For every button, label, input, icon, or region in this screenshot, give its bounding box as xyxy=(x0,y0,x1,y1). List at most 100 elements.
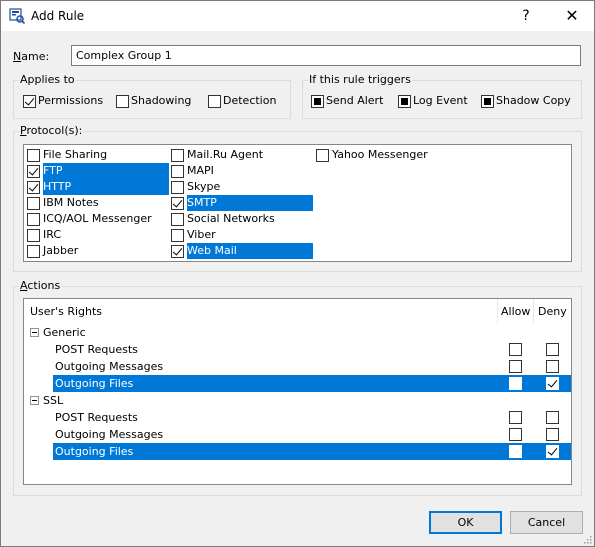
tree-row[interactable]: POST Requests xyxy=(24,341,571,358)
column-divider xyxy=(497,299,498,323)
applies-checkbox-detection[interactable] xyxy=(208,95,221,108)
protocol-item[interactable]: Viber xyxy=(171,227,313,243)
right-label: Outgoing Files xyxy=(55,377,134,390)
protocol-label: MAPI xyxy=(187,164,214,177)
tree-row[interactable]: Outgoing Messages xyxy=(24,426,571,443)
protocols-label: Protocol(s): xyxy=(19,124,84,137)
protocols-list[interactable]: File Sharing FTP HTTP IBM Notes ICQ/AOL Mess… xyxy=(23,144,572,262)
column-divider xyxy=(533,299,534,323)
rights-tree[interactable]: User's Rights Allow Deny Generic POST Req… xyxy=(23,298,572,485)
protocol-label: File Sharing xyxy=(43,148,108,161)
protocol-checkbox[interactable] xyxy=(27,197,40,210)
allow-column-header[interactable]: Allow xyxy=(501,305,530,318)
protocol-label: Jabber xyxy=(43,244,79,257)
protocol-item[interactable]: Mail.Ru Agent xyxy=(171,147,313,163)
allow-checkbox[interactable] xyxy=(509,360,522,373)
close-button[interactable]: ✕ xyxy=(550,1,594,31)
protocol-label: HTTP xyxy=(43,179,169,195)
applies-label: Permissions xyxy=(38,94,104,107)
title-bar: Add Rule ? ✕ xyxy=(1,1,594,31)
applies-checkbox-permissions[interactable] xyxy=(23,95,36,108)
right-label: Outgoing Messages xyxy=(55,428,164,441)
protocol-item[interactable]: Jabber xyxy=(27,243,169,259)
tree-row[interactable]: Outgoing Files xyxy=(53,375,571,392)
allow-checkbox[interactable] xyxy=(509,445,522,458)
protocol-item[interactable]: IRC xyxy=(27,227,169,243)
protocol-checkbox[interactable] xyxy=(27,213,40,226)
ok-button[interactable]: OK xyxy=(429,511,502,534)
tree-row[interactable]: Outgoing Messages xyxy=(24,358,571,375)
deny-checkbox[interactable] xyxy=(546,343,559,356)
tree-row[interactable]: POST Requests xyxy=(24,409,571,426)
applies-to-label: Applies to xyxy=(19,73,76,86)
trigger-checkbox-log-event[interactable] xyxy=(398,95,411,108)
protocol-label: FTP xyxy=(43,163,169,179)
resize-grip-icon[interactable] xyxy=(582,534,592,544)
deny-checkbox[interactable] xyxy=(546,428,559,441)
protocol-checkbox[interactable] xyxy=(27,165,40,178)
trigger-checkbox-shadow-copy[interactable] xyxy=(481,95,494,108)
protocol-checkbox[interactable] xyxy=(171,165,184,178)
tree-group-label: Generic xyxy=(43,326,86,339)
protocol-checkbox[interactable] xyxy=(171,181,184,194)
protocol-item[interactable]: Yahoo Messenger xyxy=(316,147,458,163)
protocol-item[interactable]: IBM Notes xyxy=(27,195,169,211)
protocol-item[interactable]: HTTP xyxy=(27,179,169,195)
collapse-icon[interactable] xyxy=(30,328,39,337)
cancel-button[interactable]: Cancel xyxy=(510,511,583,534)
protocol-checkbox[interactable] xyxy=(27,149,40,162)
protocol-item[interactable]: Social Networks xyxy=(171,211,313,227)
right-label: Outgoing Messages xyxy=(55,360,164,373)
protocol-item[interactable]: Skype xyxy=(171,179,313,195)
deny-checkbox[interactable] xyxy=(546,411,559,424)
collapse-icon[interactable] xyxy=(30,396,39,405)
protocol-label: Web Mail xyxy=(187,243,313,259)
allow-checkbox[interactable] xyxy=(509,343,522,356)
triggers-label: If this rule triggers xyxy=(308,73,412,86)
applies-checkbox-shadowing[interactable] xyxy=(116,95,129,108)
rights-column-header: User's Rights xyxy=(30,305,103,318)
allow-checkbox[interactable] xyxy=(509,428,522,441)
protocol-checkbox[interactable] xyxy=(27,245,40,258)
deny-column-header[interactable]: Deny xyxy=(538,305,567,318)
right-label: Outgoing Files xyxy=(55,445,134,458)
protocol-checkbox[interactable] xyxy=(27,181,40,194)
protocol-checkbox[interactable] xyxy=(171,213,184,226)
tree-group-row[interactable]: SSL xyxy=(24,392,571,409)
deny-checkbox[interactable] xyxy=(546,445,559,458)
protocol-label: IRC xyxy=(43,228,62,241)
protocol-label: Viber xyxy=(187,228,216,241)
add-rule-dialog: Add Rule ? ✕ Name: Complex Group 1 Appli… xyxy=(0,0,595,547)
allow-checkbox[interactable] xyxy=(509,411,522,424)
window-title: Add Rule xyxy=(31,9,85,23)
protocol-checkbox[interactable] xyxy=(171,197,184,210)
trigger-label: Log Event xyxy=(413,94,468,107)
protocol-item[interactable]: MAPI xyxy=(171,163,313,179)
protocol-checkbox[interactable] xyxy=(171,149,184,162)
trigger-label: Shadow Copy xyxy=(496,94,571,107)
trigger-checkbox-send-alert[interactable] xyxy=(311,95,324,108)
name-label: Name: xyxy=(13,50,50,63)
protocol-checkbox[interactable] xyxy=(27,229,40,242)
applies-label: Shadowing xyxy=(131,94,192,107)
tree-group-row[interactable]: Generic xyxy=(24,324,571,341)
protocol-item[interactable]: SMTP xyxy=(171,195,313,211)
tree-row[interactable]: Outgoing Files xyxy=(53,443,571,460)
protocol-item[interactable]: File Sharing xyxy=(27,147,169,163)
protocol-item[interactable]: ICQ/AOL Messenger xyxy=(27,211,169,227)
help-button[interactable]: ? xyxy=(504,1,548,31)
protocol-checkbox[interactable] xyxy=(171,229,184,242)
protocol-checkbox[interactable] xyxy=(171,245,184,258)
name-input[interactable]: Complex Group 1 xyxy=(71,45,581,66)
protocol-checkbox[interactable] xyxy=(316,149,329,162)
allow-checkbox[interactable] xyxy=(509,377,522,390)
deny-checkbox[interactable] xyxy=(546,377,559,390)
trigger-label: Send Alert xyxy=(326,94,384,107)
protocol-item[interactable]: FTP xyxy=(27,163,169,179)
protocol-label: Social Networks xyxy=(187,212,275,225)
right-label: POST Requests xyxy=(55,343,138,356)
protocol-item[interactable]: Web Mail xyxy=(171,243,313,259)
tree-group-label: SSL xyxy=(43,394,64,407)
applies-label: Detection xyxy=(223,94,277,107)
deny-checkbox[interactable] xyxy=(546,360,559,373)
